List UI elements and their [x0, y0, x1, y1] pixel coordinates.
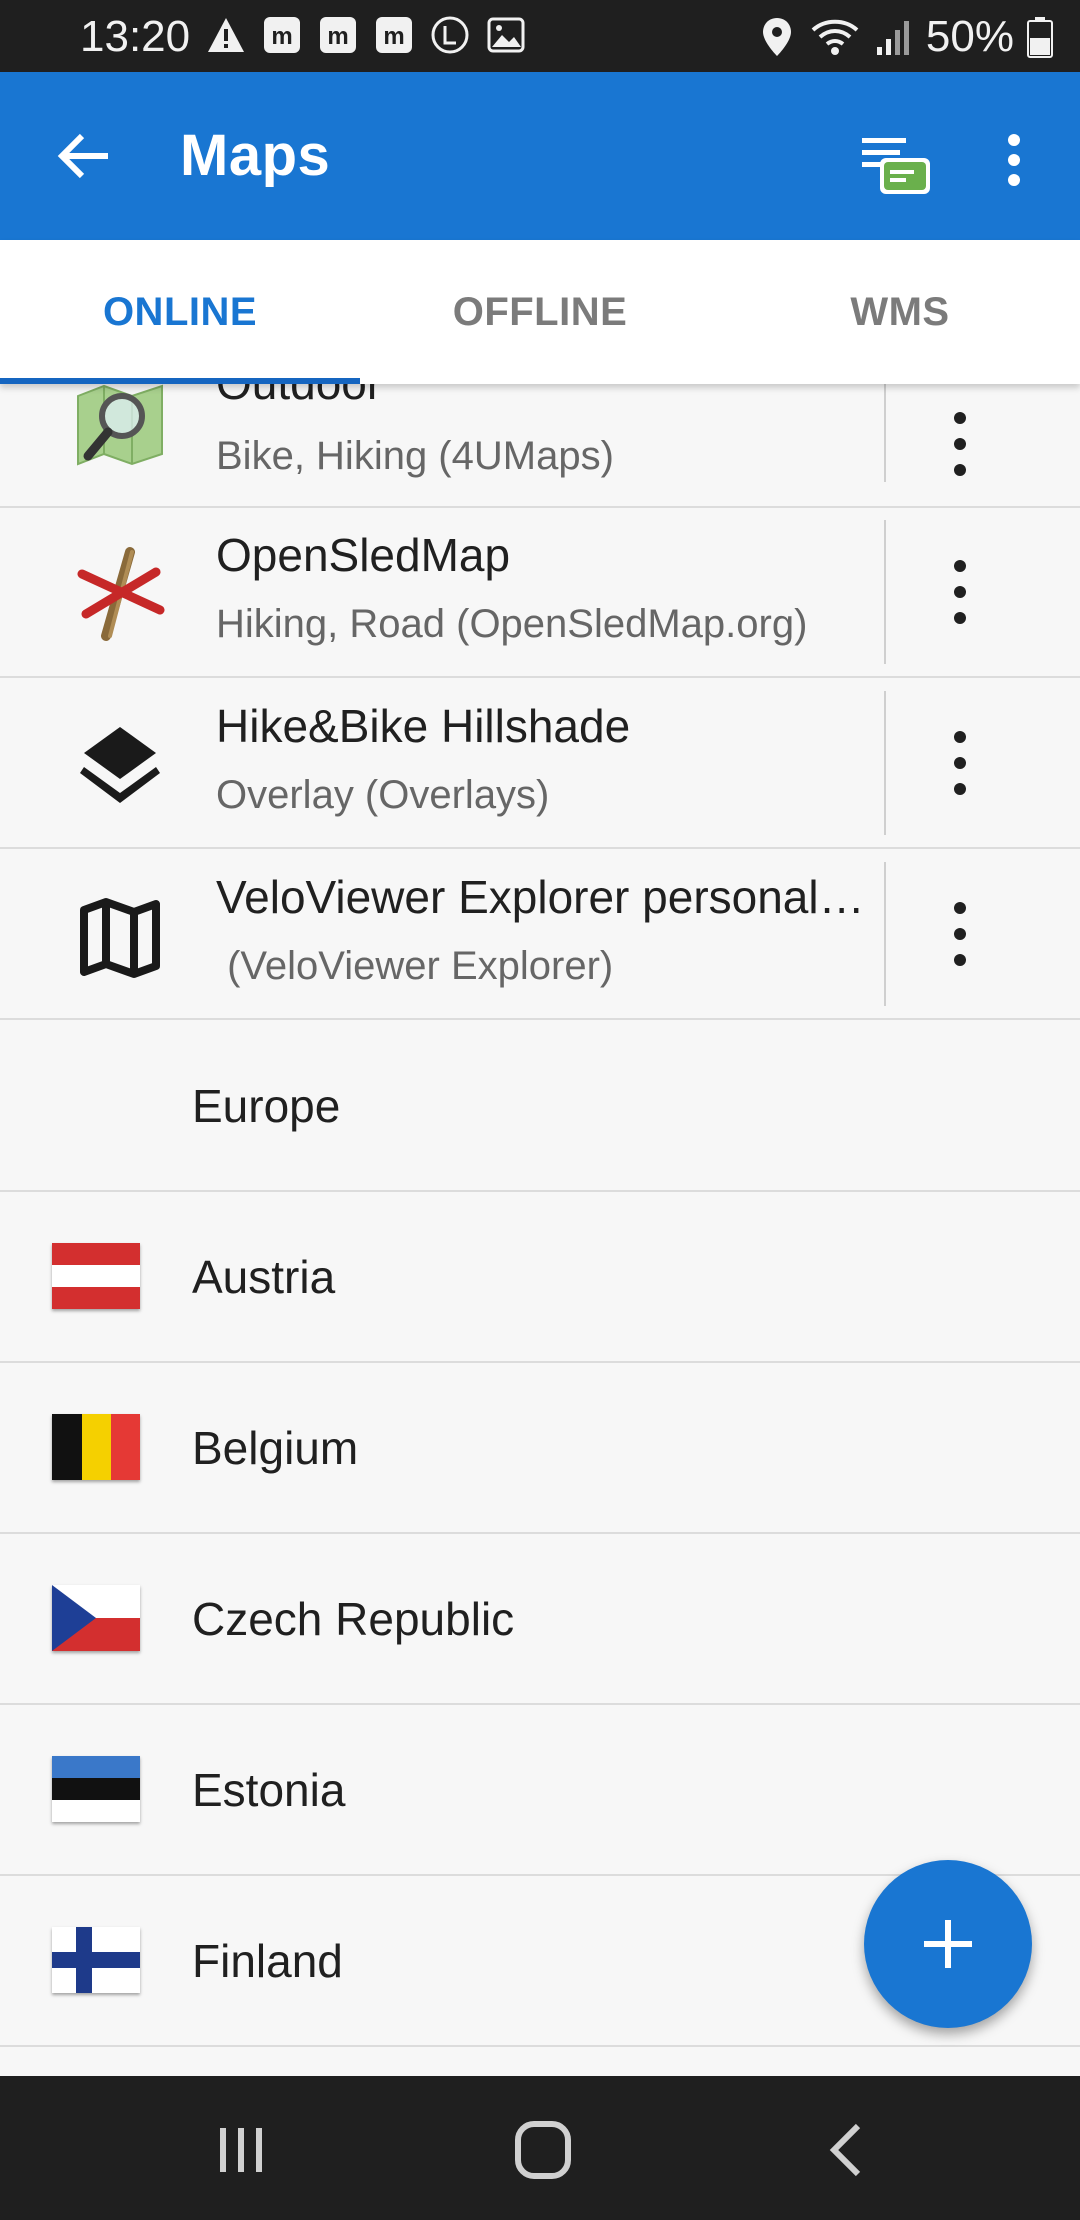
tab-wms[interactable]: WMS: [720, 240, 1080, 384]
system-nav-bar: [0, 2076, 1080, 2220]
maps-list: Outdoor Bike, Hiking (4UMaps) OpenSledMa…: [0, 384, 1080, 2076]
row-divider: [884, 384, 886, 482]
row-divider: [884, 520, 886, 664]
country-item-austria[interactable]: Austria: [0, 1192, 1080, 1363]
recents-icon[interactable]: [206, 2118, 276, 2182]
czech-flag-icon: [52, 1585, 140, 1651]
country-item-czech-republic[interactable]: Czech Republic: [0, 1534, 1080, 1705]
warning-icon: [205, 14, 247, 56]
map-item-hillshade[interactable]: Hike&Bike Hillshade Overlay (Overlays): [0, 679, 1080, 849]
item-menu-icon[interactable]: [940, 552, 980, 632]
country-item-belgium[interactable]: Belgium: [0, 1363, 1080, 1534]
map-item-name: Outdoor: [216, 384, 382, 410]
austria-flag-icon: [52, 1243, 140, 1309]
svg-text:m: m: [271, 23, 292, 50]
status-bar: 13:20 m m m 50%: [0, 0, 1080, 72]
map-item-subtitle: Bike, Hiking (4UMaps): [216, 434, 614, 478]
map-item-name: OpenSledMap: [216, 529, 511, 581]
back-arrow-icon[interactable]: [52, 124, 116, 188]
back-nav-icon[interactable]: [812, 2118, 882, 2182]
item-menu-icon[interactable]: [940, 894, 980, 974]
home-icon[interactable]: [508, 2118, 578, 2182]
country-label: Finland: [192, 1935, 343, 1987]
map-item-outdoor[interactable]: Outdoor Bike, Hiking (4UMaps): [0, 384, 1080, 508]
map-item-subtitle: Hiking, Road (OpenSledMap.org): [216, 602, 808, 646]
l-circle-icon: [429, 14, 471, 56]
country-item-estonia[interactable]: Estonia: [0, 1705, 1080, 1876]
image-icon: [485, 14, 527, 56]
notification-icons: m m m: [205, 14, 527, 56]
map-item-subtitle: Overlay (Overlays): [216, 773, 550, 817]
m-icon: m: [373, 14, 415, 56]
map-filter-icon[interactable]: [860, 130, 934, 196]
svg-text:m: m: [383, 23, 404, 50]
section-header-label: Europe: [192, 1080, 341, 1132]
row-divider: [884, 862, 886, 1006]
m-icon: m: [261, 14, 303, 56]
finland-flag-icon: [52, 1927, 140, 1993]
map-item-subtitle: (VeloViewer Explorer): [216, 944, 614, 988]
row-divider: [884, 691, 886, 835]
map-icon: [70, 888, 170, 988]
status-time: 13:20: [80, 12, 191, 61]
add-map-button[interactable]: [864, 1860, 1032, 2028]
map-item-veloviewer[interactable]: VeloViewer Explorer personal… (VeloViewe…: [0, 850, 1080, 1020]
item-menu-icon[interactable]: [940, 404, 980, 484]
tab-bar: ONLINE OFFLINE WMS: [0, 240, 1080, 384]
map-item-opensledmap[interactable]: OpenSledMap Hiking, Road (OpenSledMap.or…: [0, 508, 1080, 678]
map-item-name: Hike&Bike Hillshade: [216, 700, 631, 752]
page-title: Maps: [180, 123, 331, 188]
country-label: Estonia: [192, 1764, 346, 1816]
country-label: Austria: [192, 1251, 336, 1303]
tab-offline[interactable]: OFFLINE: [360, 240, 720, 384]
item-menu-icon[interactable]: [940, 723, 980, 803]
sled-icon: [70, 544, 170, 644]
battery-percent: 50%: [925, 12, 1014, 61]
svg-text:m: m: [327, 23, 348, 50]
plus-icon: [924, 1920, 972, 1968]
battery-icon: [1026, 16, 1054, 58]
layers-icon: [70, 713, 170, 813]
tab-online[interactable]: ONLINE: [0, 240, 360, 384]
wifi-icon: [810, 16, 860, 58]
country-label: Belgium: [192, 1422, 359, 1474]
map-item-name: VeloViewer Explorer personal…: [216, 871, 865, 923]
country-label: Czech Republic: [192, 1593, 515, 1645]
magnifier-map-icon: [70, 384, 170, 474]
section-header-europe[interactable]: Europe: [0, 1021, 1080, 1192]
estonia-flag-icon: [52, 1756, 140, 1822]
system-status-icons: 50%: [756, 12, 1054, 62]
overflow-menu-icon[interactable]: [990, 128, 1038, 192]
m-icon: m: [317, 14, 359, 56]
location-icon: [756, 16, 798, 58]
signal-icon: [872, 16, 914, 58]
app-bar: Maps: [0, 72, 1080, 240]
belgium-flag-icon: [52, 1414, 140, 1480]
